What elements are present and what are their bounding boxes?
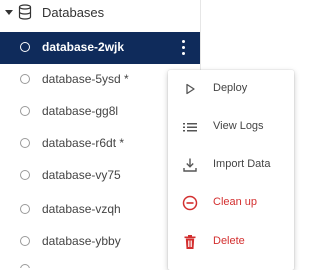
menu-item-label: Clean up	[213, 196, 258, 208]
menu-item-import-data[interactable]: Import Data	[168, 146, 294, 184]
tree-item-label: database-vzqh	[42, 202, 121, 216]
tree-item-label: database-gg8l	[42, 104, 119, 118]
more-vert-icon[interactable]	[180, 39, 188, 57]
menu-item-label: Import Data	[213, 158, 271, 170]
menu-item-label: Deploy	[213, 82, 248, 94]
tree-item-label: database-r6dt *	[42, 136, 125, 150]
context-menu: Deploy View Logs Import Data Clean up De…	[168, 70, 294, 270]
list-icon	[183, 123, 197, 132]
radio-icon[interactable]	[20, 204, 30, 214]
radio-icon[interactable]	[20, 236, 30, 246]
download-icon	[183, 158, 197, 172]
menu-item-view-logs[interactable]: View Logs	[168, 108, 294, 146]
tree-item-label: database-vy75	[42, 168, 121, 182]
radio-icon[interactable]	[20, 138, 30, 148]
menu-item-delete[interactable]: Delete	[168, 223, 294, 261]
database-icon	[18, 4, 32, 20]
tree-title: Databases	[42, 5, 105, 20]
play-icon	[186, 83, 195, 95]
menu-item-deploy[interactable]: Deploy	[168, 70, 294, 108]
radio-icon[interactable]	[20, 170, 30, 180]
caret-down-icon[interactable]	[5, 10, 13, 15]
tree-item-database-2wjk[interactable]: database-2wjk	[0, 32, 200, 64]
menu-item-label: Delete	[213, 235, 245, 247]
menu-item-label: View Logs	[213, 120, 264, 132]
tree-header-databases[interactable]: Databases	[0, 0, 200, 26]
trash-icon	[184, 235, 196, 249]
minus-circle-icon	[182, 195, 198, 211]
radio-icon[interactable]	[20, 74, 30, 84]
tree-item-label: database-ybby	[42, 234, 121, 248]
tree-item-label: database-2wjk	[42, 40, 125, 54]
radio-icon[interactable]	[20, 106, 30, 116]
radio-icon[interactable]	[20, 42, 30, 52]
menu-item-clean-up[interactable]: Clean up	[168, 184, 294, 222]
tree-item-label: database-5ysd *	[42, 72, 129, 86]
